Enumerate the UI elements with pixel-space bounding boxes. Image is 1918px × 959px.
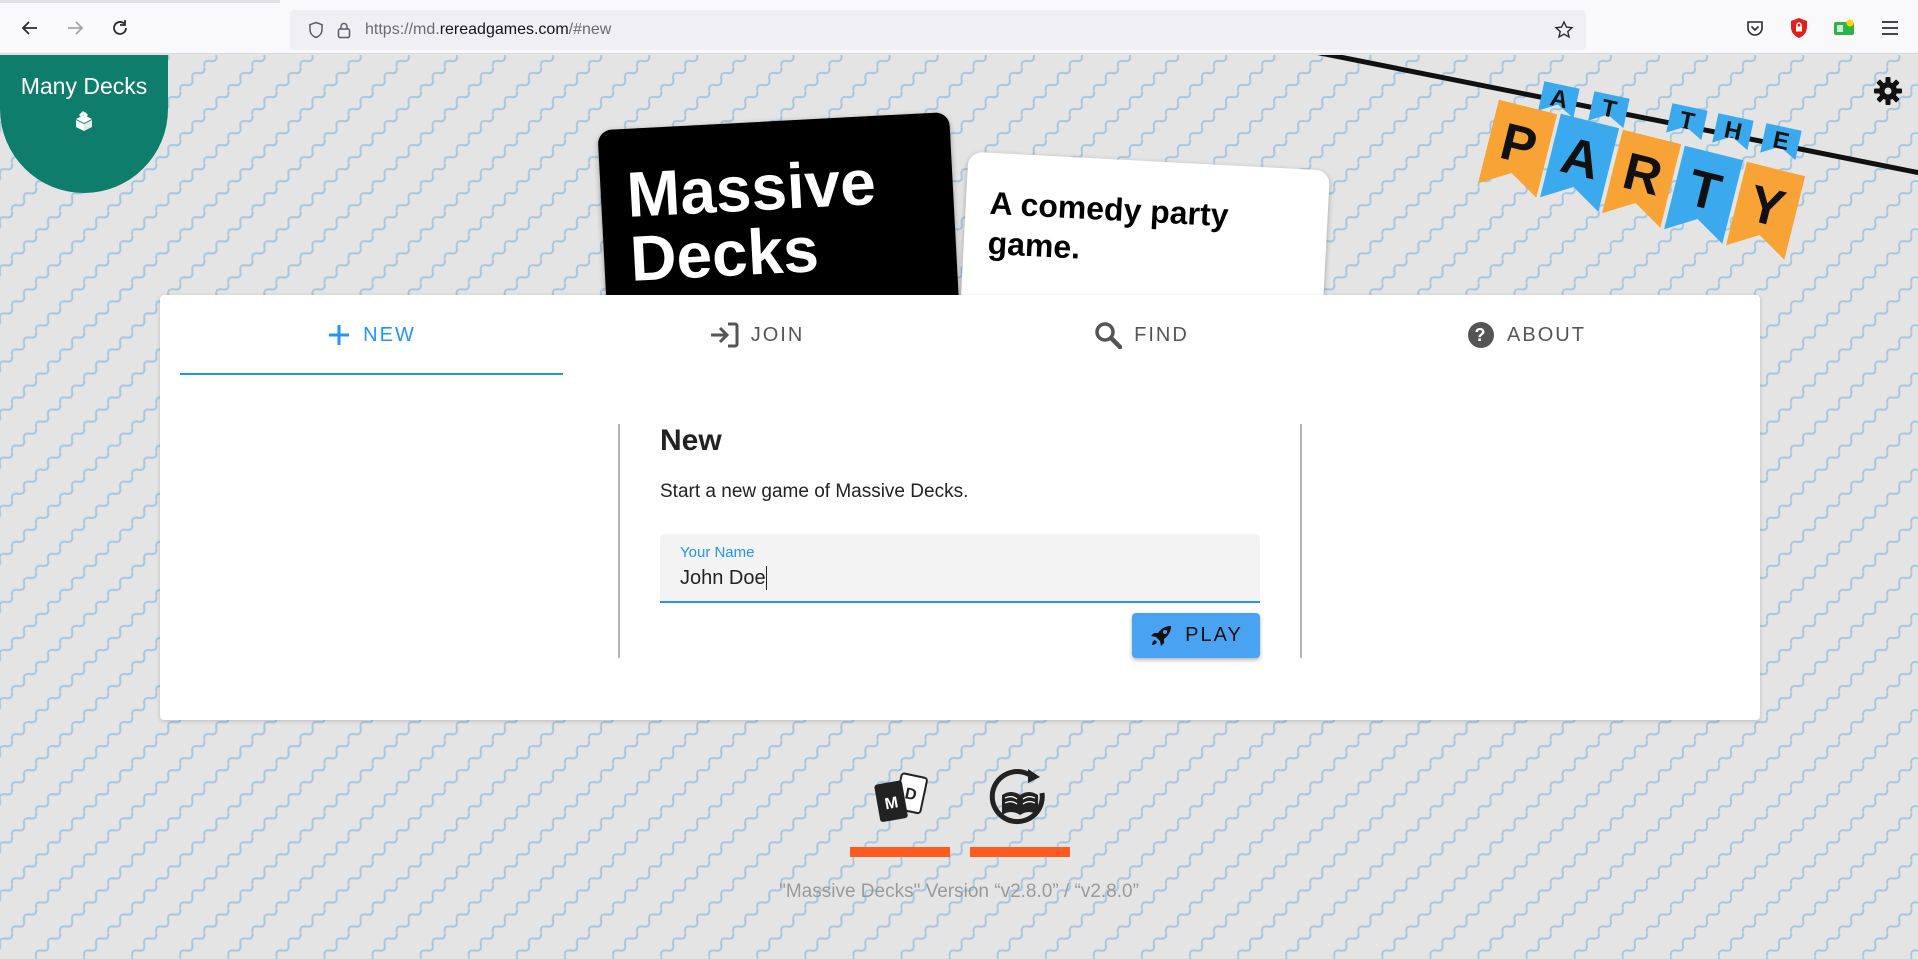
reread-book-icon [989,769,1045,825]
name-field[interactable]: Your Name [660,534,1260,603]
question-circle-icon: ? [1468,322,1495,348]
tab-about-label: ABOUT [1507,323,1586,346]
bookmark-star-icon[interactable] [1554,20,1574,40]
reload-button[interactable] [105,13,135,43]
tab-new-label: NEW [363,323,416,346]
logo-title: Massive Decks [624,145,878,295]
footer-accent-bar [970,847,1070,857]
play-button[interactable]: PLAY [1132,613,1260,658]
version-text: "Massive Decks" Version “v2.8.0” / “v2.8… [779,881,1139,902]
pocket-icon[interactable] [1743,16,1767,40]
new-game-section: New Start a new game of Massive Decks. Y… [618,424,1302,658]
back-button[interactable] [15,13,45,43]
md-cards-icon: D M [874,772,928,822]
tab-strip-edge [0,0,280,3]
name-input[interactable] [680,564,1240,592]
reload-icon [113,20,127,35]
many-decks-label: Many Decks [20,73,148,99]
url-text[interactable]: https://md.rereadgames.com/#new [365,21,611,39]
search-icon [1095,322,1123,349]
tracking-protection-shield-icon[interactable] [306,20,326,40]
tab-new[interactable]: NEW [180,295,563,375]
address-bar[interactable]: https://md.rereadgames.com/#new [290,10,1586,50]
back-arrow-icon [21,21,37,35]
tab-bar: NEW JOIN FIND ? ABOUT [180,295,1740,375]
name-field-label: Your Name [680,544,755,561]
logo-tagline: A comedy party game. [986,184,1230,266]
main-panel: NEW JOIN FIND ? ABOUT New Start a new ga… [160,295,1760,720]
ublock-shield-icon[interactable] [1787,16,1811,40]
massive-decks-link[interactable]: D M [850,767,950,857]
reread-games-link[interactable] [970,767,1070,857]
tab-join[interactable]: JOIN [565,295,948,375]
footer-links: D M [850,767,1070,857]
section-description: Start a new game of Massive Decks. [660,481,969,502]
sign-in-icon [710,322,739,348]
at-the-party-banner: A T T H E P A R T Y [1317,55,1918,260]
lock-icon[interactable] [334,20,354,40]
browser-toolbar: https://md.rereadgames.com/#new [0,0,1918,54]
open-box-icon [76,111,92,131]
svg-text:?: ? [1475,325,1488,345]
app-menu-icon[interactable] [1878,16,1902,40]
text-caret [766,566,767,590]
page: Many Decks A T T H E P A R T Y A comedy … [0,55,1918,959]
active-tab-indicator [180,373,563,375]
tab-join-label: JOIN [750,323,805,346]
tab-find-label: FIND [1134,323,1189,346]
play-button-label: PLAY [1185,624,1243,646]
rocket-icon [1151,625,1172,646]
section-title: New [660,424,722,457]
tab-find[interactable]: FIND [950,295,1333,375]
plus-icon [329,325,350,345]
forward-button[interactable] [60,13,90,43]
tab-about[interactable]: ? ABOUT [1335,295,1718,375]
forward-arrow-icon [68,21,84,35]
footer-accent-bar [850,847,950,857]
extension-icon[interactable] [1832,16,1856,40]
url-domain: rereadgames.com [439,21,569,38]
